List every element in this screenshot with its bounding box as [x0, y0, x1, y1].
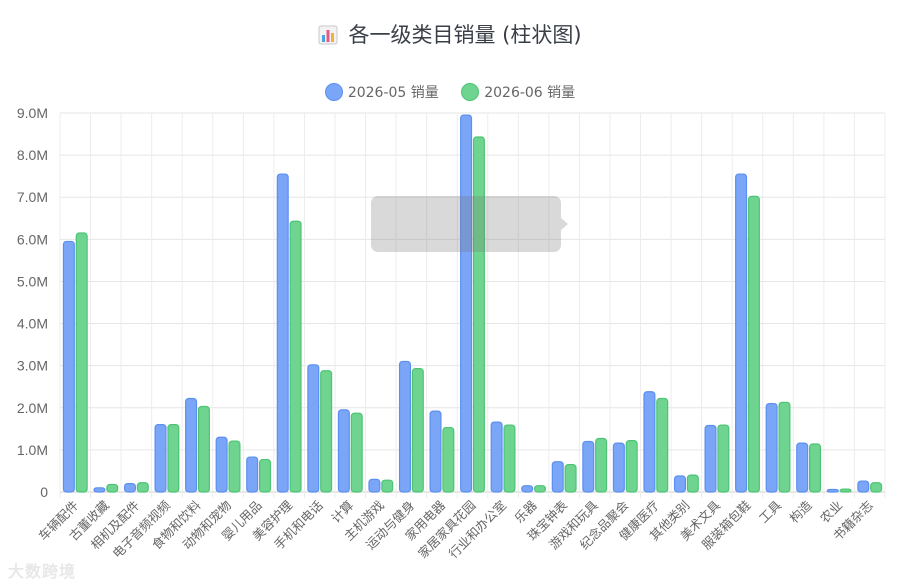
bar [643, 391, 656, 493]
bar [796, 442, 809, 493]
bar [307, 364, 320, 493]
bar [350, 412, 363, 493]
bar [472, 136, 485, 493]
bar [826, 488, 839, 493]
bar [442, 426, 455, 493]
y-tick-label: 2.0M [17, 400, 48, 416]
bar [228, 440, 241, 493]
bar [595, 437, 608, 493]
bar [337, 409, 350, 493]
bar [686, 474, 699, 493]
bar [564, 464, 577, 493]
bar [521, 485, 534, 493]
bar [704, 424, 717, 493]
bar [215, 436, 228, 493]
bar [765, 402, 778, 493]
bar [747, 195, 760, 493]
hover-tooltip [371, 196, 568, 252]
bar [167, 424, 180, 493]
watermark-text: 大数跨境 [8, 562, 77, 581]
y-tick-label: 8.0M [17, 147, 48, 163]
bar [460, 114, 473, 493]
bar [398, 360, 411, 493]
bar [368, 478, 381, 493]
bar-chart-plot: 01.0M2.0M3.0M4.0M5.0M6.0M7.0M8.0M9.0M车辆配… [17, 105, 886, 561]
y-tick-label: 9.0M [17, 105, 48, 121]
bar [503, 424, 516, 493]
bar [276, 173, 289, 493]
bar [123, 482, 136, 493]
y-tick-label: 1.0M [17, 442, 48, 458]
bar [154, 424, 167, 493]
watermark-logo: 大数跨境 [8, 558, 76, 582]
bar [656, 397, 669, 493]
bar [429, 410, 442, 493]
bar [411, 368, 424, 493]
bar [185, 397, 198, 493]
x-tick-label: 工具 [756, 497, 785, 526]
bar [259, 458, 272, 493]
y-tick-label: 5.0M [17, 273, 48, 289]
bar [857, 480, 870, 493]
bar [62, 240, 75, 493]
bar [320, 370, 333, 493]
bar [136, 482, 149, 493]
y-tick-label: 0 [40, 484, 48, 500]
bar [93, 487, 106, 493]
bar [197, 405, 210, 493]
bar [778, 401, 791, 493]
bar [289, 220, 302, 493]
bar [673, 475, 686, 493]
bar [551, 461, 564, 493]
bar [735, 173, 748, 493]
bar [490, 421, 503, 493]
bar [534, 485, 547, 493]
bar [870, 482, 883, 493]
bar [612, 442, 625, 493]
y-tick-label: 6.0M [17, 231, 48, 247]
y-tick-label: 7.0M [17, 189, 48, 205]
bar [839, 488, 852, 493]
bar [582, 440, 595, 493]
y-tick-label: 4.0M [17, 316, 48, 332]
bar [106, 483, 119, 493]
bar [246, 456, 259, 493]
bar [809, 443, 822, 493]
bar [75, 232, 88, 493]
x-tick-label: 构造 [786, 497, 815, 526]
y-tick-label: 3.0M [17, 358, 48, 374]
bar [381, 479, 394, 493]
bar [717, 424, 730, 493]
bar [625, 440, 638, 493]
